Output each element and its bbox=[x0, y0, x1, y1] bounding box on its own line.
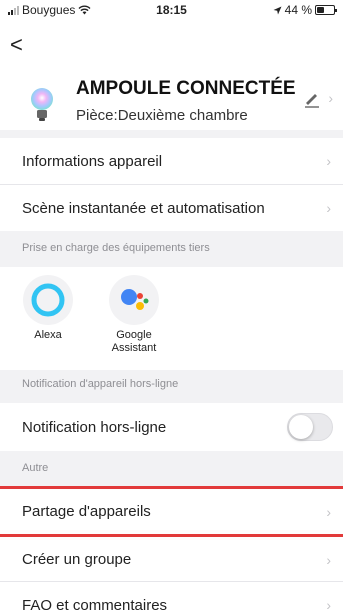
offline-notification-row: Notification hors-ligne bbox=[0, 403, 343, 451]
back-button[interactable]: < bbox=[10, 34, 23, 56]
section-other: Autre bbox=[22, 462, 49, 474]
google-assistant-tile[interactable]: Google Assistant bbox=[102, 275, 166, 355]
location-arrow-icon bbox=[273, 6, 282, 14]
scene-automation-label: Scène instantanée et automatisation bbox=[22, 199, 265, 217]
offline-notification-toggle[interactable] bbox=[287, 413, 333, 441]
chevron-right-icon: › bbox=[326, 153, 331, 169]
status-bar: Bouygues 18:15 44 % bbox=[0, 0, 343, 20]
device-info-row[interactable]: Informations appareil › bbox=[0, 138, 343, 184]
device-room: Pièce:Deuxième chambre bbox=[76, 107, 248, 124]
chevron-right-icon: › bbox=[326, 597, 331, 610]
section-offline: Notification d'appareil hors-ligne bbox=[22, 378, 179, 390]
chevron-right-icon: › bbox=[326, 552, 331, 568]
device-sharing-row[interactable]: Partage d'appareils › bbox=[0, 489, 343, 534]
device-header: < AMPOULE CONNECTÉE Pièce:Deuxième chamb… bbox=[0, 20, 343, 130]
scene-automation-row[interactable]: Scène instantanée et automatisation › bbox=[0, 185, 343, 231]
offline-notification-label: Notification hors-ligne bbox=[22, 418, 167, 436]
third-party-panel: Alexa Google Assistant bbox=[0, 267, 343, 370]
edit-icon[interactable] bbox=[303, 90, 321, 108]
device-info-label: Informations appareil bbox=[22, 152, 163, 170]
alexa-icon bbox=[23, 275, 73, 325]
chevron-right-icon: › bbox=[328, 90, 333, 106]
faq-label: FAQ et commentaires bbox=[22, 596, 168, 610]
bulb-icon bbox=[31, 88, 53, 121]
chevron-right-icon: › bbox=[326, 200, 331, 216]
battery-percent: 44 % bbox=[284, 3, 312, 17]
device-sharing-label: Partage d'appareils bbox=[22, 503, 151, 520]
chevron-right-icon: › bbox=[326, 504, 331, 520]
alexa-label: Alexa bbox=[34, 329, 62, 341]
google-assistant-icon bbox=[109, 275, 159, 325]
google-assistant-label: Google Assistant bbox=[111, 329, 157, 355]
battery-icon bbox=[315, 5, 337, 15]
alexa-tile[interactable]: Alexa bbox=[16, 275, 80, 342]
create-group-row[interactable]: Créer un groupe › bbox=[0, 537, 343, 581]
section-third-party: Prise en charge des équipements tiers bbox=[22, 242, 210, 254]
create-group-label: Créer un groupe bbox=[22, 550, 132, 568]
battery-group: 44 % bbox=[273, 3, 337, 17]
faq-row[interactable]: FAQ et commentaires › bbox=[0, 582, 343, 610]
device-name: AMPOULE CONNECTÉE bbox=[76, 78, 296, 99]
